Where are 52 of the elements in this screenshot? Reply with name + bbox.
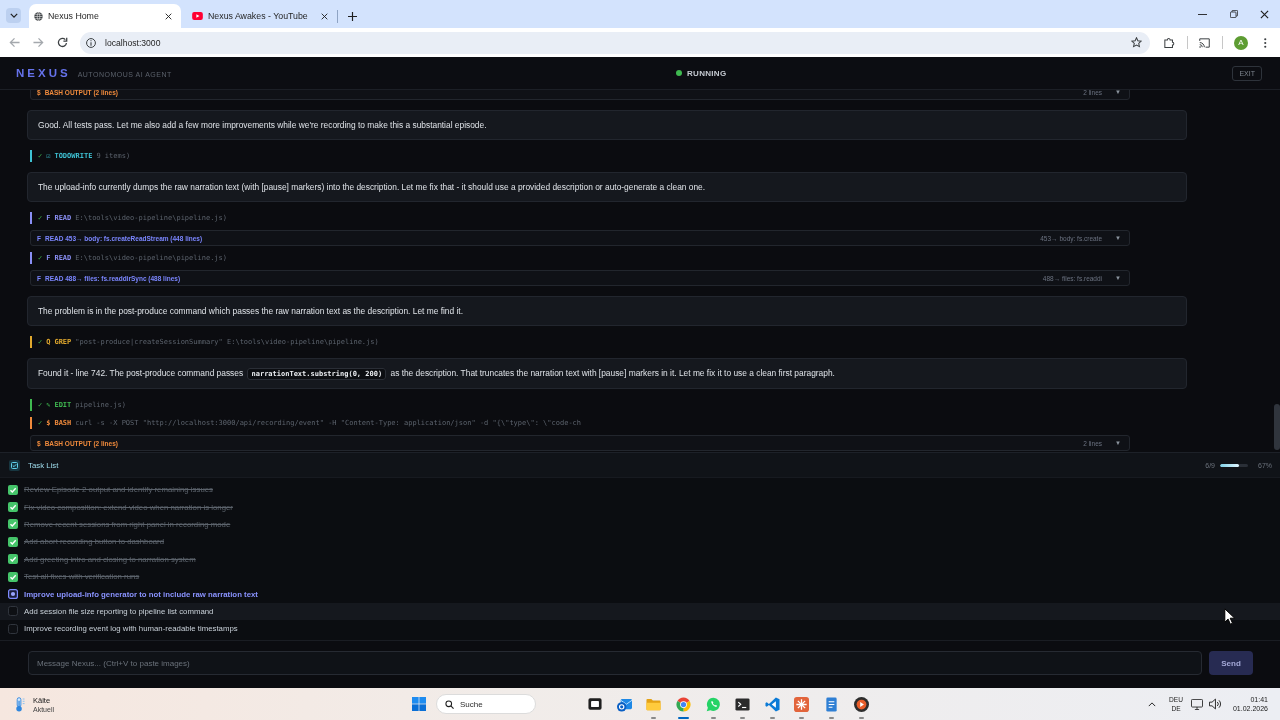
chevron-down-icon: [9, 13, 18, 18]
tab-search-button[interactable]: [6, 8, 21, 23]
message-text: The problem is in the post-produce command which passes the raw narration text as the description. Let me find it.: [38, 305, 464, 317]
info-icon[interactable]: [86, 37, 96, 48]
globe-icon: [34, 11, 43, 21]
app-name: NEXUS: [16, 67, 71, 79]
notepad-icon[interactable]: [824, 696, 840, 712]
more-menu-icon[interactable]: [1264, 37, 1267, 48]
message-input[interactable]: Message Nexus... (Ctrl+V to paste images): [28, 651, 1202, 675]
restore-icon[interactable]: [1229, 10, 1238, 18]
task-checkbox[interactable]: [8, 502, 18, 513]
task-checkbox[interactable]: [8, 571, 18, 582]
start-menu-icon[interactable]: [412, 697, 426, 711]
taskbar-search-field[interactable]: Suche: [436, 694, 536, 714]
speaker-icon[interactable]: [1208, 698, 1221, 710]
browser-tab[interactable]: Nexus Home: [29, 4, 181, 28]
thermometer-icon[interactable]: [14, 696, 25, 712]
message-text: The upload-info currently dumps the raw narration text (with [pause] markers) into the description. Let me fix that - it should use a provided description or auto-generate a clean one.: [38, 181, 707, 193]
search-icon: [445, 699, 454, 709]
close-icon[interactable]: [165, 12, 172, 20]
task-checkbox[interactable]: [8, 484, 18, 495]
cast-icon[interactable]: [1199, 37, 1210, 48]
network-icon[interactable]: [1190, 698, 1203, 710]
address-field[interactable]: localhost:3000: [80, 31, 1150, 54]
task-checkbox[interactable]: [8, 519, 18, 530]
code-editor-icon[interactable]: [764, 696, 780, 712]
chevron-up-icon[interactable]: [1148, 701, 1157, 707]
play-logo-icon: [192, 12, 203, 20]
play-button-icon[interactable]: [853, 696, 869, 712]
task-checkbox[interactable]: [8, 589, 18, 600]
minimize-icon[interactable]: [1198, 13, 1207, 15]
mail-app-icon[interactable]: [616, 696, 632, 712]
task-checkbox[interactable]: [8, 554, 18, 565]
star-icon[interactable]: [1131, 37, 1142, 48]
browser-tab[interactable]: Nexus Awakes - YouTube: [183, 4, 337, 28]
reload-icon[interactable]: [56, 37, 68, 48]
close-icon[interactable]: [321, 12, 328, 20]
terminal-icon[interactable]: [735, 696, 751, 712]
status-label: RUNNING: [687, 68, 727, 78]
task-view-icon[interactable]: [587, 696, 602, 711]
message-text: Good. All tests pass. Let me also add a few more improvements while we're recording to make this a substantial episode.: [38, 119, 488, 131]
task-checkbox[interactable]: [8, 623, 18, 634]
browser-icon[interactable]: [676, 696, 692, 712]
mouse-pointer-icon: [1224, 608, 1235, 625]
checklist-icon: [9, 459, 20, 471]
scrollbar-thumb[interactable]: [1274, 404, 1280, 450]
starburst-icon[interactable]: [794, 696, 810, 712]
puzzle-piece-icon[interactable]: [1164, 37, 1175, 48]
task-checkbox[interactable]: [8, 606, 18, 617]
close-icon[interactable]: [1260, 9, 1269, 19]
task-checkbox[interactable]: [8, 536, 18, 547]
plus-icon[interactable]: [348, 11, 357, 21]
